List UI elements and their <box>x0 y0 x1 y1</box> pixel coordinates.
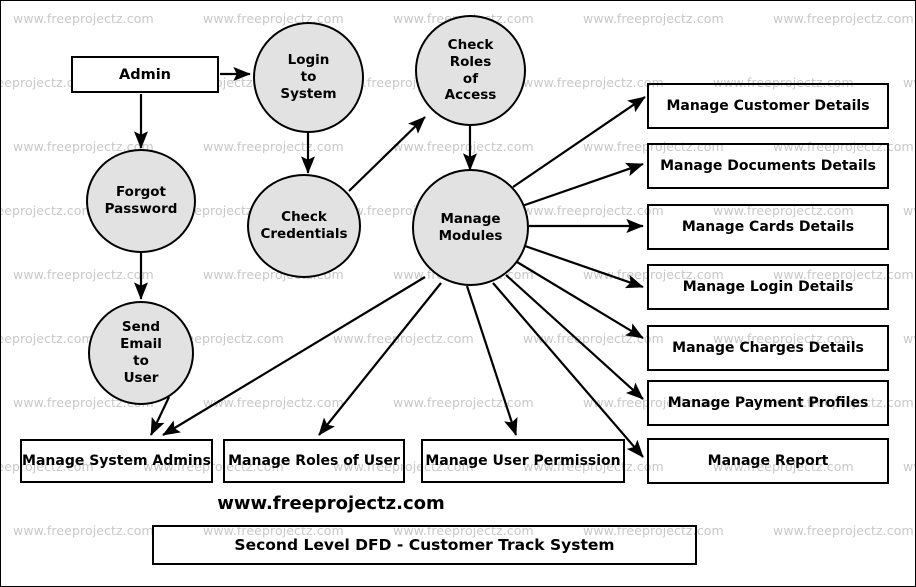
datastore-manage-roles-of-user-label: Manage Roles of User <box>228 453 400 469</box>
datastore-manage-documents-details-label: Manage Documents Details <box>660 158 876 174</box>
datastore-manage-user-permission[interactable]: Manage User Permission <box>421 439 625 483</box>
datastore-manage-system-admins[interactable]: Manage System Admins <box>20 439 213 483</box>
process-send-email-to-user-label: Send Email to User <box>120 319 162 386</box>
external-entity-admin[interactable]: Admin <box>71 56 219 93</box>
datastore-manage-login-details[interactable]: Manage Login Details <box>647 264 889 310</box>
process-check-credentials[interactable]: Check Credentials <box>247 174 361 278</box>
site-credit-text: www.freeprojectz.com <box>217 493 445 514</box>
datastore-manage-payment-profiles[interactable]: Manage Payment Profiles <box>647 380 889 426</box>
datastore-manage-report-label: Manage Report <box>707 453 829 469</box>
process-login-to-system[interactable]: Login to System <box>253 22 364 133</box>
node-layer: Admin Login to System Check Roles of Access F… <box>1 1 915 586</box>
datastore-manage-cards-details-label: Manage Cards Details <box>681 219 855 235</box>
datastore-manage-charges-details-label: Manage Charges Details <box>672 340 864 356</box>
process-send-email-to-user[interactable]: Send Email to User <box>88 301 194 405</box>
datastore-manage-charges-details[interactable]: Manage Charges Details <box>647 325 889 371</box>
datastore-manage-documents-details[interactable]: Manage Documents Details <box>647 143 889 189</box>
external-entity-admin-label: Admin <box>118 66 171 83</box>
process-login-to-system-label: Login to System <box>280 52 337 102</box>
datastore-manage-roles-of-user[interactable]: Manage Roles of User <box>223 439 405 483</box>
datastore-manage-system-admins-label: Manage System Admins <box>22 453 211 469</box>
datastore-manage-user-permission-label: Manage User Permission <box>425 453 621 469</box>
process-forgot-password[interactable]: Forgot Password <box>86 149 196 253</box>
process-check-roles-of-access[interactable]: Check Roles of Access <box>415 15 526 126</box>
process-forgot-password-label: Forgot Password <box>104 184 178 217</box>
datastore-manage-customer-details[interactable]: Manage Customer Details <box>647 83 889 129</box>
datastore-manage-payment-profiles-label: Manage Payment Profiles <box>667 395 869 411</box>
process-manage-modules-label: Manage Modules <box>438 210 503 244</box>
process-manage-modules[interactable]: Manage Modules <box>412 169 529 286</box>
process-check-credentials-label: Check Credentials <box>260 209 348 242</box>
datastore-manage-report[interactable]: Manage Report <box>647 438 889 484</box>
diagram-title-label: Second Level DFD - Customer Track System <box>234 536 615 554</box>
datastore-manage-customer-details-label: Manage Customer Details <box>666 98 870 114</box>
datastore-manage-cards-details[interactable]: Manage Cards Details <box>647 204 889 250</box>
datastore-manage-login-details-label: Manage Login Details <box>682 279 854 295</box>
dfd-diagram-canvas: www.freeprojectz.com www.freeprojectz.com… <box>0 0 916 587</box>
diagram-title-box: Second Level DFD - Customer Track System <box>152 525 697 565</box>
process-check-roles-of-access-label: Check Roles of Access <box>444 36 497 104</box>
